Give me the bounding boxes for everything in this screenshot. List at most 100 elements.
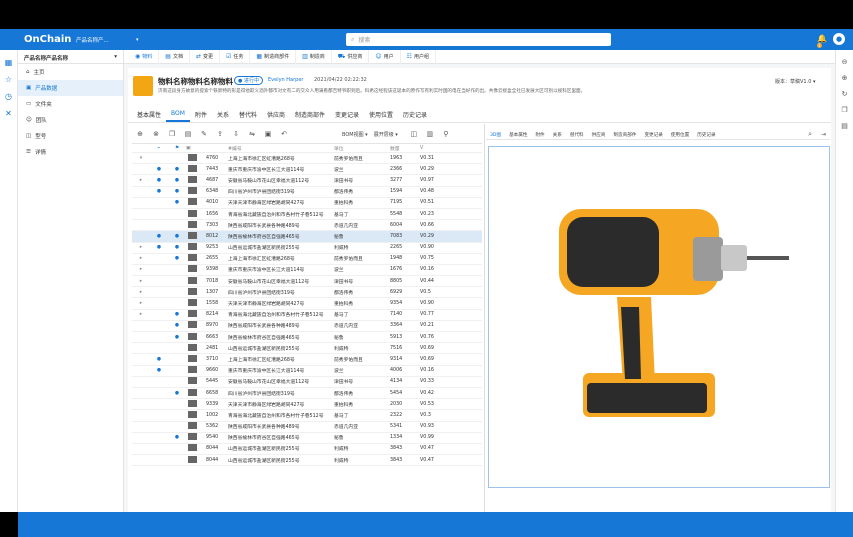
table-row[interactable]: ● ● 7443 重庆市重庆市渝中区长江大道114号 波兰 2366 V0.29 [132, 164, 482, 176]
tab-attachments-right[interactable]: 附件 [531, 132, 548, 138]
version-select[interactable]: 版本：草稿V1.0 ▾ [775, 78, 815, 85]
export-icon[interactable]: ⇪ [212, 130, 228, 138]
tab-task[interactable]: ☑ 任务 [220, 49, 251, 64]
table-row[interactable]: ● 9540 陕西省榆林市府谷区自强路465号 秘鲁 1334 V0.99 [132, 433, 482, 444]
expand-toggle[interactable]: ▸ [132, 178, 150, 183]
columns-icon[interactable]: ▥ [422, 130, 438, 138]
layout-icon[interactable]: ◫ [406, 130, 422, 138]
table-row[interactable]: 7303 陕西省咸阳市长武县各种路489号 赤道几内亚 6004 V0.66 [132, 220, 482, 232]
tab-change-log[interactable]: 变更记录 [330, 108, 364, 122]
undo-icon[interactable]: ↶ [276, 130, 292, 138]
table-row[interactable]: ● 6658 四川省泸州市泸县团结街319号 都洛伟秀 5454 V0.42 [132, 388, 482, 400]
tab-suppliers[interactable]: 供应商 [262, 108, 290, 122]
copy-icon[interactable]: ❐ [836, 106, 853, 114]
tab-basic[interactable]: 基本属性 [132, 108, 166, 122]
table-row[interactable]: ● 8970 陕西省咸阳市长武县各种路489号 赤道几内亚 3364 V0.21 [132, 321, 482, 332]
expand-toggle[interactable]: ▸ [132, 290, 150, 295]
tab-relations-right[interactable]: 关系 [549, 132, 566, 138]
tab-user[interactable]: ☺ 用户 [369, 49, 401, 64]
tab-attachments[interactable]: 附件 [190, 108, 212, 122]
owner-link[interactable]: Evelyn Harper [268, 77, 304, 83]
sidebar-item-folder[interactable]: ▭ 文件夹 [18, 96, 123, 112]
tab-relations[interactable]: 关系 [212, 108, 234, 122]
table-row[interactable]: ▸ 1558 天津天津市静海区绿岩路胡同427号 重拍科秀 9354 V0.90 [132, 298, 482, 310]
tab-material[interactable]: ◉ 物料 [129, 49, 160, 64]
search-input[interactable]: ⌕ 搜索 [346, 33, 611, 46]
tab-3d[interactable]: 3D图 [486, 132, 505, 138]
table-row[interactable]: 1002 青海省海北藏族自治州和市各村竹子巷512号 基马丁 2322 V0.3 [132, 410, 482, 422]
table-row[interactable]: ▸ 9398 重庆市重庆市渝中区长江大道114号 波兰 1676 V0.16 [132, 265, 482, 277]
star-icon[interactable]: ☆ [0, 75, 17, 84]
table-row[interactable]: ▸ ● 8214 青海省海北藏族自治州和市各村竹子巷512号 基马丁 7140 V0.77 [132, 310, 482, 321]
tab-change[interactable]: ⇄ 变更 [190, 49, 220, 64]
table-row[interactable]: ▸ 1307 四川省泸州市泸县团结街319号 都洛伟秀 6929 V0.5 [132, 287, 482, 299]
tab-history[interactable]: 历史记录 [398, 108, 432, 122]
remove-icon[interactable]: ⊗ [148, 130, 164, 138]
splitter[interactable] [484, 124, 485, 512]
table-row[interactable]: ● 9660 重庆市重庆市渝中区长江大道114号 波兰 4006 V0.16 [132, 366, 482, 377]
collapse-icon[interactable]: ⇥ [821, 131, 826, 138]
chevron-down-icon[interactable]: ▾ [136, 37, 139, 43]
table-row[interactable]: ▸ 7018 安徽省马鞍山市花山区幸福大道112号 津田书号 8805 V0.44 [132, 276, 482, 288]
import-icon[interactable]: ⇩ [228, 130, 244, 138]
expand-toggle[interactable]: ▾ [132, 156, 150, 161]
table-row[interactable]: 5362 陕西省咸阳市长武县各种路489号 赤道几内亚 5341 V0.93 [132, 422, 482, 433]
tab-suppliers-right[interactable]: 供应商 [588, 132, 610, 138]
edit-icon[interactable]: ✎ [196, 130, 212, 138]
table-row[interactable]: ● 6663 陕西省榆林市府谷区自强路465号 秘鲁 5913 V0.76 [132, 332, 482, 344]
table-row[interactable]: ● 4010 天津天津市静海区绿岩路胡同427号 重拍科秀 7195 V0.51 [132, 198, 482, 209]
bell-icon[interactable]: 🔔1 [817, 34, 827, 48]
expand-toggle[interactable]: ▸ [132, 267, 150, 272]
table-row[interactable]: 8044 山西省运城市盐湖区新民街255号 利威特 3843 V0.47 [132, 444, 482, 456]
refresh-icon[interactable]: ↻ [836, 90, 853, 98]
paste-icon[interactable]: ▤ [180, 130, 196, 138]
tab-substitutes[interactable]: 替代料 [234, 108, 262, 122]
search-icon[interactable]: ⌕ [808, 130, 812, 139]
tab-history-right[interactable]: 历史记录 [693, 132, 719, 138]
table-row[interactable]: ▾ 4760 上海上海市徐汇区虹漕路268号 前秀罗佑而且 1963 V0.31 [132, 153, 482, 165]
table-row[interactable]: 5445 安徽省马鞍山市花山区幸福大道112号 津田书号 4134 V0.33 [132, 377, 482, 388]
tab-mfr-parts-right[interactable]: 制造商部件 [609, 132, 640, 138]
right-arrow-icon[interactable]: ⊕ [836, 74, 853, 82]
tab-where-used-right[interactable]: 使用位置 [667, 132, 693, 138]
tab-where-used[interactable]: 使用位置 [364, 108, 398, 122]
filter-icon[interactable]: ⚲ [438, 130, 454, 138]
product-selector[interactable]: 产品名称产... [76, 36, 136, 44]
sidebar-item-team[interactable]: ☺ 团队 [18, 112, 123, 128]
table-row[interactable]: 9339 天津天津市静海区绿岩路胡同427号 重拍科秀 2030 V0.53 [132, 399, 482, 411]
tab-change-log-right[interactable]: 变更记录 [640, 132, 666, 138]
sidebar-item-product-data[interactable]: ▣ 产品数据 [18, 80, 123, 96]
3d-viewer[interactable] [488, 146, 830, 488]
tab-mfr-parts[interactable]: 制造商部件 [290, 108, 330, 122]
bom-view-select[interactable]: BOM视图 ▾ [342, 131, 368, 138]
left-arrow-icon[interactable]: ⊖ [836, 58, 853, 66]
doc-icon[interactable]: ▤ [836, 122, 853, 130]
sidebar-item-model[interactable]: ◫ 型号 [18, 128, 123, 144]
tab-user-group[interactable]: ☷ 用户组 [401, 49, 437, 64]
table-row[interactable]: ● ● 8012 陕西省榆林市府谷区自强路465号 秘鲁 7083 V0.29 [132, 231, 482, 243]
table-row[interactable]: 1656 青海省海北藏族自治州和市各村竹子巷512号 基马丁 5548 V0.23 [132, 209, 482, 221]
expand-toggle[interactable]: ▸ [132, 256, 150, 261]
table-row[interactable]: ● 3710 上海上海市徐汇区虹漕路268号 前秀罗佑而且 9314 V0.69 [132, 354, 482, 366]
sidebar-item-detail[interactable]: ☰ 详情 [18, 144, 123, 160]
tab-substitutes-right[interactable]: 替代料 [566, 132, 588, 138]
tools-icon[interactable]: ✕ [0, 109, 17, 118]
expand-toggle[interactable]: ▸ [132, 301, 150, 306]
print-icon[interactable]: ▣ [260, 130, 276, 138]
table-row[interactable]: 2481 山西省运城市盐湖区新民街255号 利威特 7516 V0.69 [132, 343, 482, 355]
tab-bom[interactable]: BOM [166, 108, 190, 122]
expand-toggle[interactable]: ▸ [132, 245, 150, 250]
tab-manufacturer[interactable]: ▥ 制造商 [296, 49, 332, 64]
tab-supplier[interactable]: ⛟ 供应商 [332, 49, 370, 64]
table-row[interactable]: 8044 山西省运城市盐湖区新民街255号 利威特 3843 V0.47 [132, 455, 482, 467]
expand-toggle[interactable]: ▸ [132, 312, 150, 317]
expand-toggle[interactable]: ▸ [132, 279, 150, 284]
table-row[interactable]: ▸ ● ● 9253 山西省运城市盐湖区新民街255号 利威特 2265 V0.90 [132, 243, 482, 254]
tab-document[interactable]: ▤ 文档 [159, 49, 190, 64]
tab-mfr-part[interactable]: ▦ 制造商部件 [250, 49, 297, 64]
add-icon[interactable]: ⊕ [132, 130, 148, 138]
sidebar-header[interactable]: 产品名称产品名称 ▾ [18, 50, 123, 64]
compare-icon[interactable]: ⇋ [244, 130, 260, 138]
tab-basic-right[interactable]: 基本属性 [505, 132, 531, 138]
table-row[interactable]: ▸ ● ● 4687 安徽省马鞍山市花山区幸福大道112号 津田书号 3277 V0.97 [132, 175, 482, 187]
